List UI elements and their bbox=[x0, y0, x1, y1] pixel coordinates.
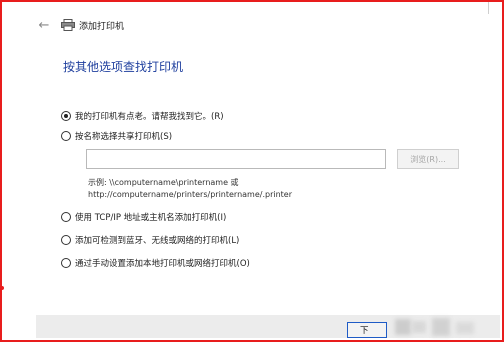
option-printer-is-old[interactable]: 我的打印机有点老。请帮我找到它。(R) bbox=[61, 110, 224, 122]
option-label: 添加可检测到蓝牙、无线或网络的打印机(L) bbox=[75, 236, 240, 246]
watermark-blur bbox=[432, 318, 450, 336]
option-label: 通过手动设置添加本地打印机或网络打印机(O) bbox=[75, 259, 250, 269]
radio-shared-by-name[interactable] bbox=[61, 131, 71, 141]
browse-button[interactable]: 浏览(R)... bbox=[397, 149, 459, 169]
watermark-blur bbox=[395, 319, 411, 335]
option-tcpip[interactable]: 使用 TCP/IP 地址或主机名添加打印机(I) bbox=[61, 211, 226, 223]
option-label: 使用 TCP/IP 地址或主机名添加打印机(I) bbox=[75, 213, 227, 223]
example-line-2: http://computername/printers/printername… bbox=[88, 190, 293, 199]
option-shared-by-name[interactable]: 按名称选择共享打印机(S) bbox=[61, 130, 172, 142]
option-manual-local-network[interactable]: 通过手动设置添加本地打印机或网络打印机(O) bbox=[61, 257, 250, 269]
frame-marker bbox=[0, 286, 4, 290]
dialog-window bbox=[0, 0, 504, 342]
watermark-blur bbox=[412, 321, 426, 333]
printer-icon bbox=[61, 19, 75, 31]
option-label: 按名称选择共享打印机(S) bbox=[75, 132, 173, 142]
page-heading: 按其他选项查找打印机 bbox=[63, 60, 184, 74]
radio-manual-local-network[interactable] bbox=[61, 258, 71, 268]
shared-printer-path-input[interactable] bbox=[86, 149, 386, 169]
dialog-footer bbox=[36, 315, 500, 338]
next-button[interactable]: 下 bbox=[347, 322, 387, 338]
radio-bluetooth-wireless-network[interactable] bbox=[61, 235, 71, 245]
back-arrow-icon[interactable]: ← bbox=[36, 17, 52, 33]
option-bluetooth-wireless-network[interactable]: 添加可检测到蓝牙、无线或网络的打印机(L) bbox=[61, 234, 239, 246]
window-edge-mark bbox=[488, 2, 489, 14]
window-title: 添加打印机 bbox=[79, 21, 125, 32]
example-text: 示例: \\computername\printername 或 http://… bbox=[88, 177, 292, 201]
title-bar: ← 添加打印机 bbox=[36, 17, 124, 33]
radio-printer-is-old[interactable] bbox=[61, 111, 71, 121]
radio-tcpip[interactable] bbox=[61, 212, 71, 222]
example-line-1: 示例: \\computername\printername 或 bbox=[88, 178, 239, 187]
watermark-blur bbox=[456, 322, 474, 334]
option-label: 我的打印机有点老。请帮我找到它。(R) bbox=[75, 112, 224, 122]
